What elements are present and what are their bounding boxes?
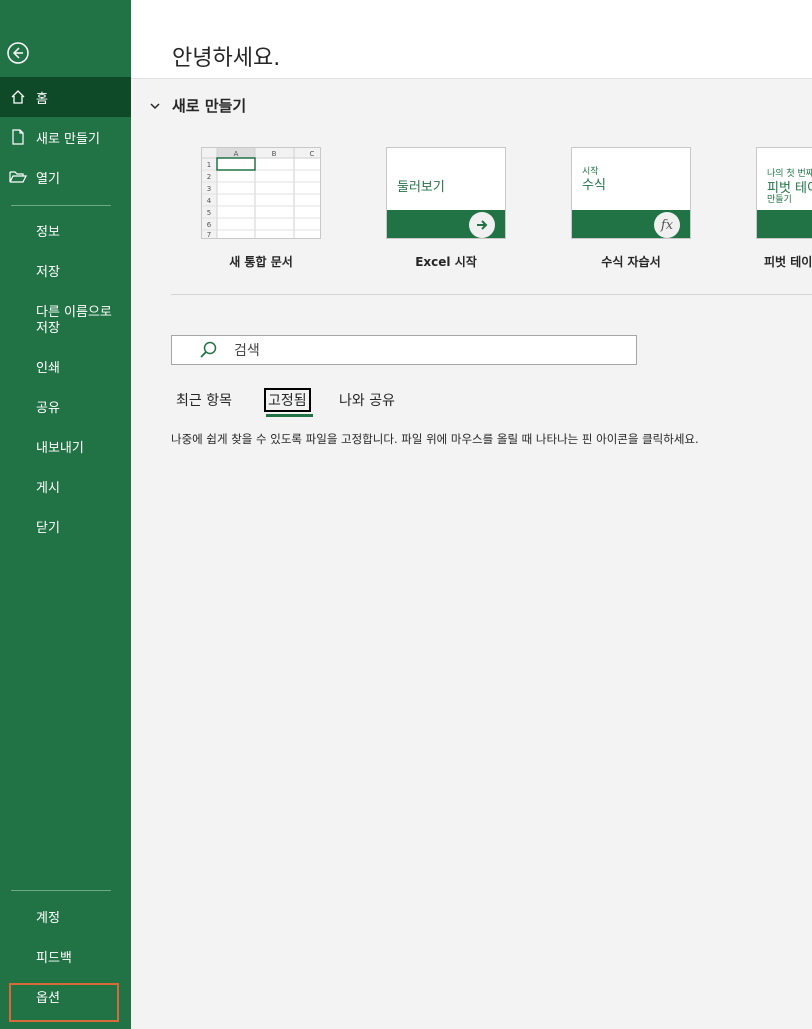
sidebar-item-save-as[interactable]: 다른 이름으로 저장: [36, 305, 126, 337]
sidebar-item-label: 열기: [36, 171, 60, 187]
thumb-band: [757, 210, 812, 238]
template-excel-tour[interactable]: 둘러보기 Excel 시작: [386, 147, 506, 270]
chevron-down-icon: [148, 99, 162, 113]
template-thumbnail: 시작 수식 fx: [571, 147, 691, 239]
thumb-sub-text: 만들기: [767, 195, 792, 205]
template-label: 피벗 테이: [764, 255, 812, 269]
template-thumbnail: A B C 1 2 3 4 5 6 7: [201, 147, 321, 239]
sidebar-item-account[interactable]: 계정: [36, 911, 126, 927]
thumb-text: 둘러보기: [397, 180, 445, 195]
grid-row-label: 6: [207, 221, 212, 229]
section-divider: [171, 294, 812, 295]
template-formula-tutorial[interactable]: 시작 수식 fx 수식 자습서: [571, 147, 691, 270]
template-label: 새 통합 문서: [229, 255, 293, 269]
arrow-right-icon: [469, 212, 495, 238]
sidebar-item-open[interactable]: 열기: [0, 157, 131, 197]
tab-recent[interactable]: 최근 항목: [176, 390, 232, 410]
new-section-title: 새로 만들기: [172, 97, 247, 115]
tab-shared-with-me[interactable]: 나와 공유: [339, 390, 395, 410]
sidebar-item-export[interactable]: 내보내기: [36, 441, 126, 457]
thumb-text: 수식: [582, 178, 606, 193]
sidebar-divider: [11, 890, 111, 891]
template-thumbnail: 둘러보기: [386, 147, 506, 239]
grid-row-label: 4: [207, 197, 212, 205]
template-label: Excel 시작: [415, 255, 477, 269]
search-input[interactable]: 검색: [171, 335, 637, 365]
sidebar-item-close[interactable]: 닫기: [36, 521, 126, 537]
sidebar-divider: [11, 205, 111, 206]
sidebar-item-feedback[interactable]: 피드백: [36, 951, 126, 967]
grid-row-label: 5: [207, 209, 211, 217]
folder-open-icon: [9, 168, 27, 186]
spreadsheet-grid-icon: A B C 1 2 3 4 5 6 7: [202, 148, 320, 238]
template-pivot-table[interactable]: 나의 첫 번째 피벗 테이 만들기 피벗 테이: [756, 147, 812, 270]
search-icon: [198, 340, 218, 360]
pinned-hint-text: 나중에 쉽게 찾을 수 있도록 파일을 고정합니다. 파일 위에 마우스를 올릴…: [171, 432, 699, 446]
backstage-sidebar: 홈 새로 만들기 열기 정보 저장 다른 이름으로 저장 인쇄 공유 내보내기 …: [0, 0, 131, 1029]
grid-col-label: A: [234, 150, 239, 158]
template-label: 수식 자습서: [601, 255, 661, 269]
page-title: 안녕하세요.: [172, 46, 281, 71]
sidebar-item-share[interactable]: 공유: [36, 401, 126, 417]
grid-row-label: 3: [207, 185, 211, 193]
function-fx-icon: fx: [654, 212, 680, 238]
sidebar-item-publish[interactable]: 게시: [36, 481, 126, 497]
new-section-header[interactable]: 새로 만들기: [148, 95, 246, 116]
active-tab-indicator: [266, 414, 313, 417]
back-arrow-icon[interactable]: [7, 42, 29, 64]
sidebar-item-new[interactable]: 새로 만들기: [0, 117, 131, 157]
sidebar-item-print[interactable]: 인쇄: [36, 361, 126, 377]
sidebar-item-info[interactable]: 정보: [36, 225, 126, 241]
sidebar-item-save[interactable]: 저장: [36, 265, 126, 281]
grid-col-label: C: [310, 150, 315, 158]
template-blank-workbook[interactable]: A B C 1 2 3 4 5 6 7 새 통합 문서: [201, 147, 321, 270]
tab-pinned[interactable]: 고정됨: [264, 388, 311, 412]
grid-row-label: 1: [207, 161, 211, 169]
sidebar-item-label: 홈: [36, 91, 48, 107]
grid-col-label: B: [272, 150, 277, 158]
sidebar-item-home[interactable]: 홈: [0, 77, 131, 117]
home-icon: [9, 88, 27, 106]
sidebar-item-options[interactable]: 옵션: [36, 991, 126, 1007]
new-document-icon: [9, 128, 27, 146]
search-placeholder: 검색: [234, 343, 260, 359]
grid-row-label: 7: [207, 231, 211, 238]
grid-row-label: 2: [207, 173, 211, 181]
sidebar-item-label: 새로 만들기: [36, 131, 100, 147]
template-thumbnail: 나의 첫 번째 피벗 테이 만들기: [756, 147, 812, 239]
